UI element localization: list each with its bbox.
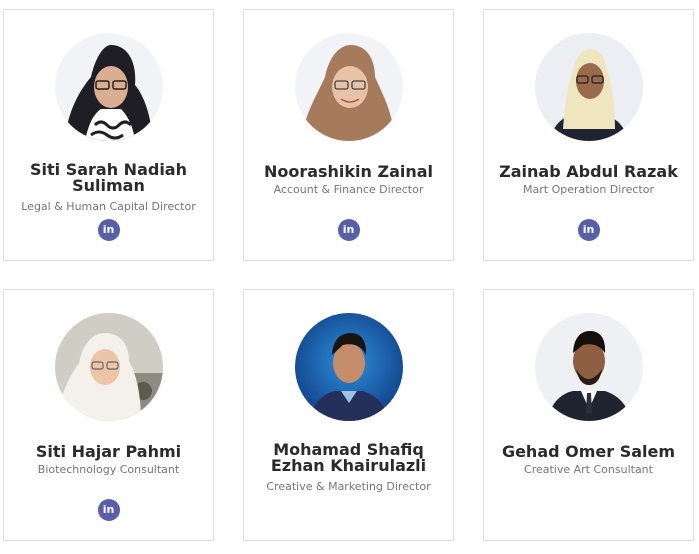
member-name: Zainab Abdul Razak (499, 162, 678, 181)
avatar (54, 33, 163, 141)
member-name: Noorashikin Zainal (263, 162, 434, 181)
avatar (534, 33, 643, 141)
linkedin-icon[interactable]: in (337, 219, 360, 241)
team-card-siti-sarah: Siti Sarah Nadiah Suliman Legal & Human … (3, 9, 214, 261)
member-name: Siti Sarah Nadiah Suliman (30, 160, 187, 195)
avatar (294, 313, 403, 421)
avatar-photo-icon (294, 313, 403, 421)
linkedin-icon[interactable]: in (577, 219, 600, 241)
avatar-photo-icon (54, 33, 163, 141)
member-role: Legal & Human Capital Director (21, 200, 196, 213)
team-card-mohamad-shafiq: Mohamad Shafiq Ezhan Khairulazli Creativ… (243, 289, 454, 541)
linkedin-icon[interactable]: in (97, 499, 120, 521)
member-name: Mohamad Shafiq Ezhan Khairulazli (270, 440, 427, 475)
member-role: Creative Art Consultant (524, 463, 653, 476)
member-name: Siti Hajar Pahmi (35, 442, 182, 461)
linkedin-icon[interactable]: in (97, 219, 120, 241)
member-role: Creative & Marketing Director (266, 480, 431, 493)
member-name: Gehad Omer Salem (501, 442, 676, 461)
team-card-noorashikin: Noorashikin Zainal Account & Finance Dir… (243, 9, 454, 261)
member-role: Biotechnology Consultant (37, 463, 180, 476)
avatar-photo-icon (534, 33, 643, 141)
avatar-photo-icon (294, 33, 403, 141)
avatar-photo-icon (534, 313, 643, 421)
avatar (294, 33, 403, 141)
member-role: Mart Operation Director (523, 183, 654, 196)
avatar (534, 313, 643, 421)
team-card-zainab: Zainab Abdul Razak Mart Operation Direct… (483, 9, 694, 261)
team-card-gehad: Gehad Omer Salem Creative Art Consultant (483, 289, 694, 541)
avatar-photo-icon (54, 313, 163, 421)
avatar (54, 313, 163, 421)
member-role: Account & Finance Director (273, 183, 424, 196)
team-card-siti-hajar: Siti Hajar Pahmi Biotechnology Consultan… (3, 289, 214, 541)
